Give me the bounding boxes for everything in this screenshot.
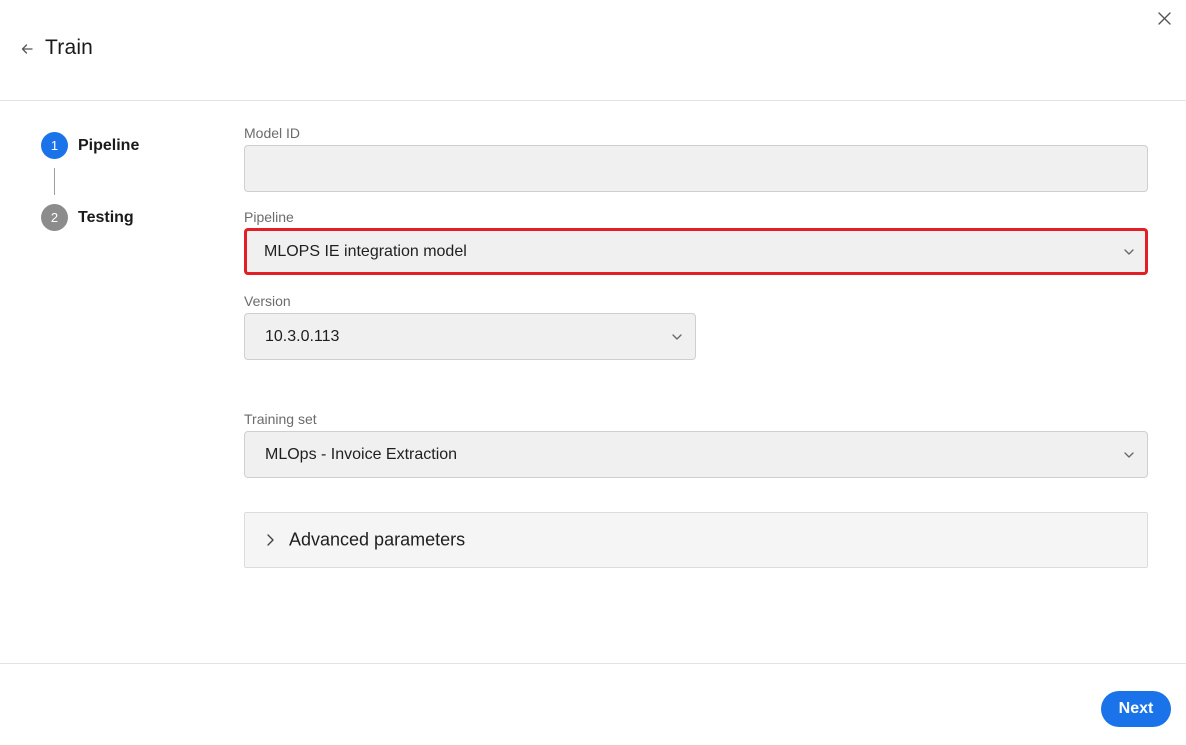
model-id-input[interactable] [244, 145, 1148, 192]
training-set-label: Training set [244, 411, 317, 427]
step-number: 1 [41, 132, 68, 159]
chevron-down-icon [1123, 451, 1135, 459]
step-number: 2 [41, 204, 68, 231]
page-title: Train [45, 36, 94, 59]
pipeline-label: Pipeline [244, 209, 294, 225]
model-id-label: Model ID [244, 125, 301, 141]
step-label: Pipeline [78, 136, 140, 154]
pipeline-select[interactable]: MLOPS IE integration model [244, 228, 1148, 275]
version-select[interactable]: 10.3.0.113 [244, 313, 696, 360]
arrow-left-icon [21, 44, 33, 54]
advanced-parameters-toggle[interactable]: Advanced parameters [244, 512, 1148, 568]
back-button[interactable] [18, 40, 36, 58]
step-testing[interactable]: 2 Testing [41, 204, 191, 231]
training-set-select[interactable]: MLOps - Invoice Extraction [244, 431, 1148, 478]
dialog-header: Train [0, 0, 1186, 101]
chevron-down-icon [671, 333, 683, 341]
advanced-parameters-label: Advanced parameters [289, 529, 466, 550]
step-connector [54, 168, 55, 195]
close-button[interactable] [1155, 9, 1173, 27]
chevron-right-icon [265, 533, 275, 547]
version-value: 10.3.0.113 [265, 327, 340, 345]
next-button[interactable]: Next [1101, 691, 1171, 727]
close-icon [1157, 11, 1171, 25]
version-label: Version [244, 293, 291, 309]
pipeline-value: MLOPS IE integration model [264, 242, 467, 260]
training-set-value: MLOps - Invoice Extraction [265, 445, 458, 463]
step-pipeline[interactable]: 1 Pipeline [41, 132, 191, 159]
step-label: Testing [78, 208, 134, 226]
chevron-down-icon [1123, 248, 1135, 256]
footer-divider [0, 663, 1186, 664]
